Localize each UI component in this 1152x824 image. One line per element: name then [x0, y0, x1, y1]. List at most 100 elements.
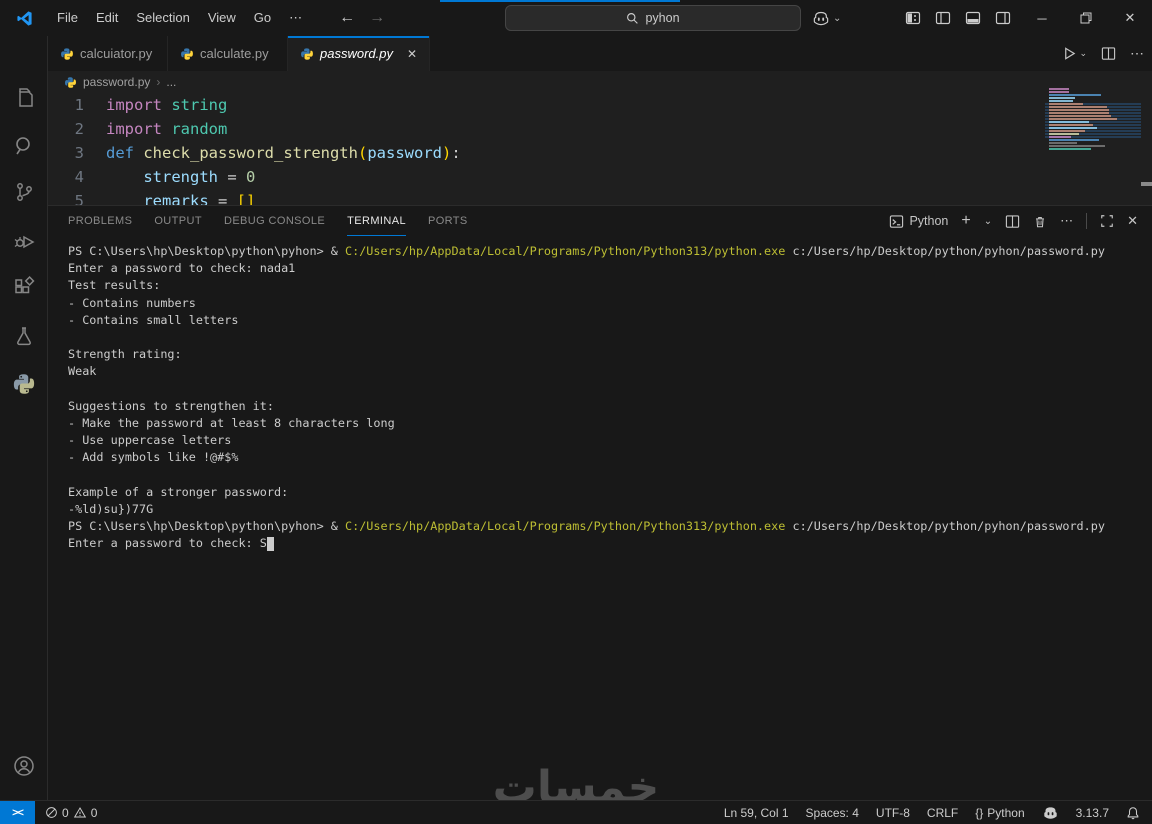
code-editor[interactable]: 1import string2import random3def check_p… [48, 93, 1152, 205]
split-editor-icon[interactable] [1101, 46, 1116, 61]
minimap-line [1045, 133, 1141, 135]
python-version[interactable]: 3.13.7 [1076, 806, 1109, 820]
editor-tab-calcuiator.py[interactable]: calcuiator.py [48, 36, 168, 71]
terminal-line: Enter a password to check: S [68, 535, 1152, 552]
minimap-line [1045, 100, 1141, 102]
terminal-line: Weak [68, 363, 1152, 380]
run-python-file-icon[interactable]: ⌄ [1062, 46, 1087, 61]
encoding[interactable]: UTF-8 [876, 806, 910, 820]
minimap-bar [1049, 139, 1099, 141]
close-tab-icon[interactable]: ✕ [407, 47, 417, 61]
terminal-line: Example of a stronger password: [68, 484, 1152, 501]
menu-more-icon[interactable]: ⋯ [280, 5, 311, 31]
panel-tab-problems[interactable]: PROBLEMS [68, 206, 132, 236]
copilot-status-icon[interactable] [1042, 806, 1059, 820]
toggle-primary-sidebar-icon[interactable] [935, 10, 951, 26]
panel-tab-debug-console[interactable]: DEBUG CONSOLE [224, 206, 325, 236]
toolbar-divider [1086, 213, 1087, 229]
search-sidebar-icon[interactable] [0, 126, 48, 166]
eol-sequence[interactable]: CRLF [927, 806, 958, 820]
line-number: 3 [48, 141, 106, 165]
copilot-menu[interactable]: ⌄ [812, 5, 841, 31]
nav-back-icon[interactable]: ← [339, 9, 355, 27]
minimap-bar [1049, 103, 1083, 105]
run-debug-icon[interactable] [0, 220, 48, 260]
extensions-icon[interactable] [0, 268, 48, 308]
terminal-more-icon[interactable]: ⋯ [1060, 213, 1073, 229]
close-panel-icon[interactable]: ✕ [1127, 213, 1138, 229]
search-value: pyhon [645, 11, 679, 25]
terminal-output[interactable]: PS C:\Users\hp\Desktop\python\pyhon> & C… [48, 236, 1152, 552]
minimap-bar [1049, 133, 1079, 135]
terminal-dropdown-icon[interactable]: ⌄ [984, 216, 992, 227]
minimap-line [1045, 91, 1141, 93]
menu-file[interactable]: File [48, 5, 87, 31]
menu-view[interactable]: View [199, 5, 245, 31]
breadcrumb-symbol[interactable]: ... [166, 75, 176, 89]
code-text: def check_password_strength(password): [106, 141, 461, 165]
terminal-line: - Make the password at least 8 character… [68, 415, 1152, 432]
more-actions-icon[interactable]: ⋯ [1130, 45, 1144, 62]
panel-tab-ports[interactable]: PORTS [428, 206, 468, 236]
copilot-icon [812, 11, 830, 26]
minimap-line [1045, 124, 1141, 126]
minimap-bar [1049, 100, 1073, 102]
editor-scrollbar[interactable] [1141, 182, 1152, 186]
warnings-count: 0 [91, 806, 98, 820]
terminal-shell-label: Python [909, 214, 948, 228]
toggle-panel-icon[interactable] [965, 10, 981, 26]
editor-tab-password.py[interactable]: password.py✕ [288, 36, 430, 71]
editor-tab-calculate.py[interactable]: calculate.py [168, 36, 288, 71]
minimap-line [1045, 115, 1141, 117]
minimap-bar [1049, 115, 1111, 117]
testing-icon[interactable] [0, 316, 48, 356]
maximize-panel-icon[interactable] [1100, 214, 1114, 228]
tab-strip: calcuiator.pycalculate.pypassword.py✕ [48, 36, 430, 71]
breadcrumb[interactable]: password.py › ... [48, 71, 1152, 93]
kill-terminal-icon[interactable] [1033, 214, 1047, 229]
terminal-line [68, 466, 1152, 483]
minimize-button[interactable]: ─ [1020, 0, 1064, 36]
terminal-profile[interactable]: Python [889, 214, 948, 229]
chevron-down-icon: ⌄ [833, 13, 841, 24]
customize-layout-icon[interactable] [905, 10, 921, 26]
breadcrumb-file[interactable]: password.py [83, 75, 150, 89]
remote-indicator[interactable]: >< [0, 801, 35, 824]
minimap-bar [1049, 124, 1093, 126]
terminal-line: - Contains numbers [68, 295, 1152, 312]
indentation[interactable]: Spaces: 4 [806, 806, 859, 820]
new-terminal-icon[interactable]: + [961, 212, 970, 230]
command-center-search[interactable]: pyhon [505, 5, 801, 31]
status-bar: >< 0 0 Ln 59, Col 1 Spaces: 4 UTF-8 CRLF… [0, 800, 1152, 824]
activity-bar [0, 36, 48, 800]
close-window-button[interactable]: ✕ [1108, 0, 1152, 36]
explorer-icon[interactable] [0, 78, 48, 118]
minimap-line [1045, 97, 1141, 99]
minimap-line [1045, 136, 1141, 138]
notifications-bell-icon[interactable] [1126, 806, 1140, 820]
panel-tab-terminal[interactable]: TERMINAL [347, 206, 406, 236]
top-accent-bar [440, 0, 680, 2]
panel-tab-output[interactable]: OUTPUT [154, 206, 202, 236]
panel-tabs: PROBLEMS OUTPUT DEBUG CONSOLE TERMINAL PORTS [68, 206, 490, 236]
minimap-bar [1049, 148, 1091, 150]
code-text: import random [106, 117, 227, 141]
cursor-position[interactable]: Ln 59, Col 1 [724, 806, 789, 820]
panel-header: PROBLEMS OUTPUT DEBUG CONSOLE TERMINAL PORTS… [48, 206, 1152, 236]
accounts-icon[interactable] [0, 746, 48, 786]
restore-button[interactable] [1064, 0, 1108, 36]
menu-go[interactable]: Go [245, 5, 280, 31]
problems-status[interactable]: 0 0 [45, 806, 97, 820]
minimap-bar [1049, 142, 1077, 144]
split-terminal-icon[interactable] [1005, 214, 1020, 229]
menu-selection[interactable]: Selection [127, 5, 198, 31]
python-extension-icon[interactable] [0, 364, 48, 404]
source-control-icon[interactable] [0, 172, 48, 212]
nav-forward-icon[interactable]: → [369, 9, 385, 27]
minimap[interactable] [1045, 88, 1141, 198]
minimap-line [1045, 103, 1141, 105]
language-mode[interactable]: {} Python [975, 806, 1024, 820]
layout-controls [905, 5, 1011, 31]
toggle-secondary-sidebar-icon[interactable] [995, 10, 1011, 26]
menu-edit[interactable]: Edit [87, 5, 127, 31]
